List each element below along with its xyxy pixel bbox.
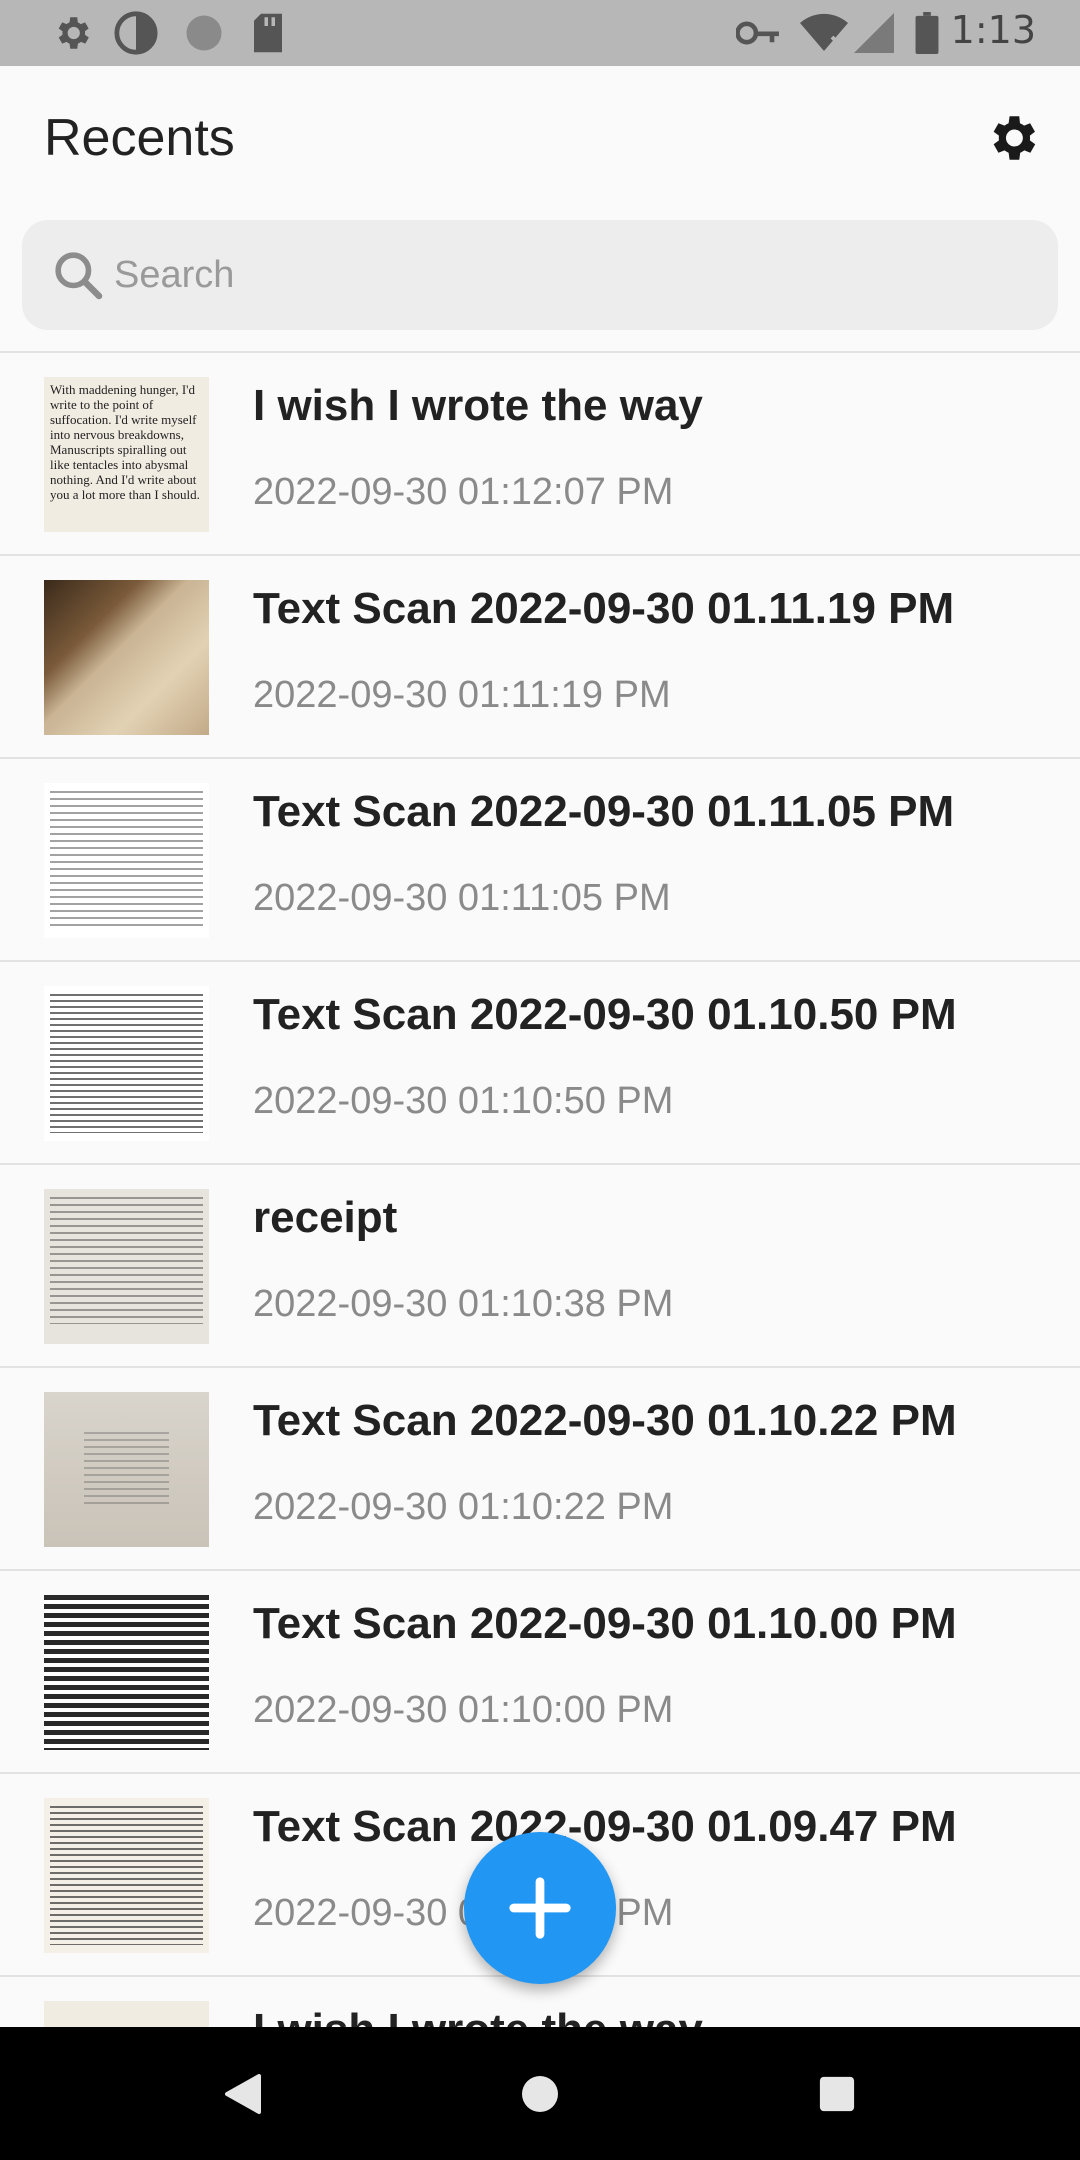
- recents-list: With maddening hunger, I'd write to the …: [0, 353, 1080, 2027]
- search-input[interactable]: [112, 252, 1016, 298]
- item-title: receipt: [253, 1193, 398, 1242]
- settings-icon: [48, 10, 96, 56]
- item-date: 2022-09-30 01:11:05 PM: [253, 877, 671, 919]
- item-title: Text Scan 2022-09-30 01.10.50 PM: [253, 990, 957, 1039]
- app-header: Recents: [0, 66, 1080, 222]
- wifi-icon: [798, 10, 850, 56]
- list-item[interactable]: I wish I wrote the way: [0, 1977, 1080, 2027]
- thumbnail-text: With maddening hunger, I'd write to the …: [50, 382, 200, 502]
- recents-button[interactable]: [812, 2069, 862, 2119]
- contrast-icon: [112, 10, 160, 56]
- home-button[interactable]: [515, 2069, 565, 2119]
- document-thumbnail: [44, 986, 209, 1141]
- item-title: Text Scan 2022-09-30 01.10.00 PM: [253, 1599, 957, 1648]
- signal-icon: [852, 10, 896, 56]
- list-item[interactable]: Text Scan 2022-09-30 01.11.05 PM 2022-09…: [0, 759, 1080, 962]
- status-bar: 1:13: [0, 0, 1080, 66]
- item-title: Text Scan 2022-09-30 01.11.19 PM: [253, 584, 955, 633]
- page-title: Recents: [44, 109, 235, 167]
- item-date: 2022-09-30 01:11:19 PM: [253, 674, 671, 716]
- document-thumbnail: [44, 1392, 209, 1547]
- circle-icon: [180, 10, 228, 56]
- battery-icon: [912, 10, 942, 56]
- document-thumbnail: [44, 580, 209, 735]
- key-icon: [734, 10, 784, 56]
- list-item[interactable]: Text Scan 2022-09-30 01.10.50 PM 2022-09…: [0, 962, 1080, 1165]
- overview-icon: [819, 2076, 855, 2112]
- document-thumbnail: [44, 1189, 209, 1344]
- home-icon: [522, 2076, 558, 2112]
- search-bar[interactable]: [22, 220, 1058, 330]
- settings-button[interactable]: [980, 106, 1044, 170]
- item-date: 2022-09-30 01:10:50 PM: [253, 1080, 674, 1122]
- document-thumbnail: [44, 1595, 209, 1750]
- search-icon: [55, 252, 103, 300]
- list-item[interactable]: Text Scan 2022-09-30 01.11.19 PM 2022-09…: [0, 556, 1080, 759]
- item-date: 2022-09-30 01:10:00 PM: [253, 1689, 674, 1731]
- item-title: Text Scan 2022-09-30 01.09.47 PM: [253, 1802, 957, 1851]
- item-date: 2022-09-30 01:10:38 PM: [253, 1283, 674, 1325]
- gear-icon: [993, 116, 1036, 160]
- add-scan-button[interactable]: [464, 1832, 616, 1984]
- plus-icon: [509, 1877, 571, 1939]
- item-date: 2022-09-30 01:10:22 PM: [253, 1486, 674, 1528]
- item-title: I wish I wrote the way: [253, 381, 703, 430]
- status-time: 1:13: [950, 8, 1036, 52]
- document-thumbnail: [44, 2001, 209, 2027]
- item-title: Text Scan 2022-09-30 01.11.05 PM: [253, 787, 955, 836]
- navigation-bar: [0, 2027, 1080, 2160]
- list-item[interactable]: Text Scan 2022-09-30 01.10.00 PM 2022-09…: [0, 1571, 1080, 1774]
- list-item[interactable]: With maddening hunger, I'd write to the …: [0, 353, 1080, 556]
- item-title: I wish I wrote the way: [253, 2005, 703, 2027]
- list-item[interactable]: Text Scan 2022-09-30 01.10.22 PM 2022-09…: [0, 1368, 1080, 1571]
- back-icon: [225, 2074, 261, 2114]
- document-thumbnail: [44, 783, 209, 938]
- document-thumbnail: [44, 1798, 209, 1953]
- item-title: Text Scan 2022-09-30 01.10.22 PM: [253, 1396, 957, 1445]
- document-thumbnail: With maddening hunger, I'd write to the …: [44, 377, 209, 532]
- list-item[interactable]: receipt 2022-09-30 01:10:38 PM: [0, 1165, 1080, 1368]
- sd-card-icon: [248, 10, 288, 56]
- back-button[interactable]: [218, 2069, 268, 2119]
- item-date: 2022-09-30 01:12:07 PM: [253, 471, 674, 513]
